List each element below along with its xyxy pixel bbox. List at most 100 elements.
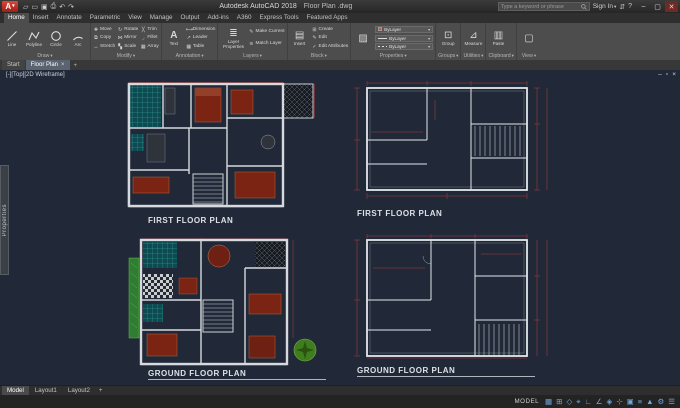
move-button[interactable]: ✚Move	[93, 27, 115, 33]
first-floor-dimensioned-plan[interactable]	[351, 80, 563, 200]
minimize-button[interactable]: –	[637, 1, 650, 12]
paste-button[interactable]: ▥ Paste	[488, 24, 508, 52]
first-floor-furnished-plan[interactable]	[127, 82, 315, 208]
tab-output[interactable]: Output	[177, 13, 204, 23]
measure-button[interactable]: ⊿ Measure	[463, 24, 483, 52]
panel-title-utilities[interactable]: Utilities▾	[463, 52, 483, 60]
model-space-indicator[interactable]: MODEL	[515, 398, 540, 405]
lineweight-dropdown[interactable]: ByLayer ▾	[375, 35, 433, 42]
new-layout-button[interactable]: +	[96, 387, 106, 394]
annotation-scale-icon[interactable]: ▲	[646, 395, 653, 408]
stretch-button[interactable]: ↔Stretch	[93, 44, 115, 50]
line-button[interactable]: Line	[2, 24, 22, 52]
search-icon[interactable]	[581, 4, 587, 10]
trim-button[interactable]: ╳Trim	[140, 27, 158, 33]
tab-home[interactable]: Home	[4, 13, 29, 23]
redo-icon[interactable]: ↷	[68, 3, 74, 11]
tab-featured-apps[interactable]: Featured Apps	[303, 13, 352, 23]
ortho-icon[interactable]: ∟	[584, 395, 591, 408]
print-icon[interactable]: ⎙	[51, 3, 57, 11]
viewport-minimize[interactable]: –	[658, 71, 662, 78]
isodraft-icon[interactable]: ◈	[607, 395, 613, 408]
viewport-close[interactable]: ×	[672, 71, 676, 78]
search-box[interactable]	[498, 2, 590, 11]
save-icon[interactable]: ▣	[41, 3, 48, 11]
table-button[interactable]: ▦Table	[186, 44, 216, 50]
array-button[interactable]: ▦Array	[140, 44, 158, 50]
tab-parametric[interactable]: Parametric	[86, 13, 124, 23]
insert-block-button[interactable]: ▤ Insert	[290, 24, 310, 52]
view-tools-button[interactable]: ▢	[519, 24, 539, 52]
viewport-restore[interactable]: ▫	[666, 71, 668, 78]
grid-icon[interactable]: ▦	[545, 395, 552, 408]
properties-palette-tab[interactable]: Properties	[0, 165, 9, 275]
tab-insert[interactable]: Insert	[29, 13, 53, 23]
match-layer-button[interactable]: ≋Match Layer	[248, 41, 284, 47]
panel-title-layers[interactable]: Layers▾	[220, 52, 284, 60]
new-file-icon[interactable]: ▱	[23, 3, 28, 11]
polyline-button[interactable]: Polyline	[24, 24, 44, 52]
search-input[interactable]	[501, 4, 579, 10]
edit-block-button[interactable]: ✎Edit	[312, 35, 349, 41]
panel-title-draw[interactable]: Draw▾	[2, 52, 88, 60]
make-current-button[interactable]: ✎Make Current	[248, 29, 284, 35]
group-button[interactable]: ⊡ Group	[438, 24, 458, 52]
ground-floor-furnished-plan[interactable]	[127, 238, 323, 366]
undo-icon[interactable]: ↶	[59, 3, 65, 11]
linetype-dropdown[interactable]: ByLayer ▾	[375, 43, 433, 50]
layer-properties-button[interactable]: ≣ Layer Properties	[220, 24, 246, 52]
sign-in-button[interactable]: Sign In ▾	[593, 3, 617, 10]
object-color-dropdown[interactable]: ByLayer ▾	[375, 26, 433, 33]
tab-annotate[interactable]: Annotate	[53, 13, 86, 23]
panel-title-groups[interactable]: Groups▾	[438, 52, 458, 60]
polar-tracking-icon[interactable]: ∠	[596, 395, 603, 408]
help-icon[interactable]: ?	[628, 3, 632, 10]
viewport-label[interactable]: [-][Top][2D Wireframe]	[6, 72, 65, 78]
workspace-icon[interactable]: ⚙	[658, 395, 665, 408]
file-tab-floor-plan[interactable]: Floor Plan ×	[26, 60, 70, 70]
layout-tab-layout2[interactable]: Layout2	[63, 386, 95, 395]
snap-icon[interactable]: ⊞	[556, 395, 562, 408]
tab-express-tools[interactable]: Express Tools	[256, 13, 303, 23]
create-block-button[interactable]: ⊞Create	[312, 27, 349, 33]
panel-title-annotation[interactable]: Annotation▾	[164, 52, 216, 60]
dynamic-input-icon[interactable]: ⌖	[576, 395, 580, 408]
close-icon[interactable]: ×	[61, 61, 65, 69]
edit-attributes-button[interactable]: ✓Edit Attributes	[312, 44, 349, 50]
object-snap-icon[interactable]: ▣	[627, 395, 634, 408]
dimension-button[interactable]: ⟷Dimension	[186, 27, 216, 33]
layout-tab-model[interactable]: Model	[2, 386, 29, 395]
panel-title-view[interactable]: View▾	[519, 52, 539, 60]
panel-title-properties[interactable]: Properties▾	[353, 52, 433, 60]
infer-constraints-icon[interactable]: ◇	[566, 395, 572, 408]
mirror-button[interactable]: ⋈Mirror	[117, 35, 138, 41]
arc-button[interactable]: Arc	[68, 24, 88, 52]
scale-button[interactable]: ▚Scale	[117, 44, 138, 50]
tab-a360[interactable]: A360	[233, 13, 256, 23]
maximize-button[interactable]: ▢	[651, 1, 664, 12]
object-snap-tracking-icon[interactable]: ⊹	[616, 395, 622, 408]
open-file-icon[interactable]: ▭	[31, 3, 38, 11]
file-tab-start[interactable]: Start	[2, 60, 25, 70]
copy-button[interactable]: ⧉Copy	[93, 35, 115, 41]
match-properties-button[interactable]: ▨	[353, 24, 373, 52]
panel-title-modify[interactable]: Modify▾	[93, 52, 159, 60]
layout-tab-layout1[interactable]: Layout1	[30, 386, 62, 395]
leader-button[interactable]: ↗Leader	[186, 35, 216, 41]
exchange-apps-icon[interactable]: ⇵	[619, 3, 625, 11]
text-button[interactable]: A Text	[164, 24, 184, 52]
fillet-button[interactable]: ◞Fillet	[140, 35, 158, 41]
panel-title-block[interactable]: Block▾	[290, 52, 349, 60]
tab-view[interactable]: View	[124, 13, 146, 23]
ground-floor-dimensioned-plan[interactable]	[351, 234, 563, 360]
circle-button[interactable]: Circle	[46, 24, 66, 52]
tab-manage[interactable]: Manage	[146, 13, 177, 23]
close-button[interactable]: ✕	[665, 1, 678, 12]
application-menu-button[interactable]: A ▾	[2, 1, 18, 12]
rotate-button[interactable]: ↻Rotate	[117, 27, 138, 33]
drawing-canvas[interactable]: [-][Top][2D Wireframe] – ▫ × Properties	[0, 70, 680, 385]
customization-icon[interactable]: ☰	[668, 395, 675, 408]
panel-title-clipboard[interactable]: Clipboard▾	[488, 52, 513, 60]
tab-add-ins[interactable]: Add-ins	[203, 13, 232, 23]
lineweight-icon[interactable]: ≡	[638, 395, 642, 408]
